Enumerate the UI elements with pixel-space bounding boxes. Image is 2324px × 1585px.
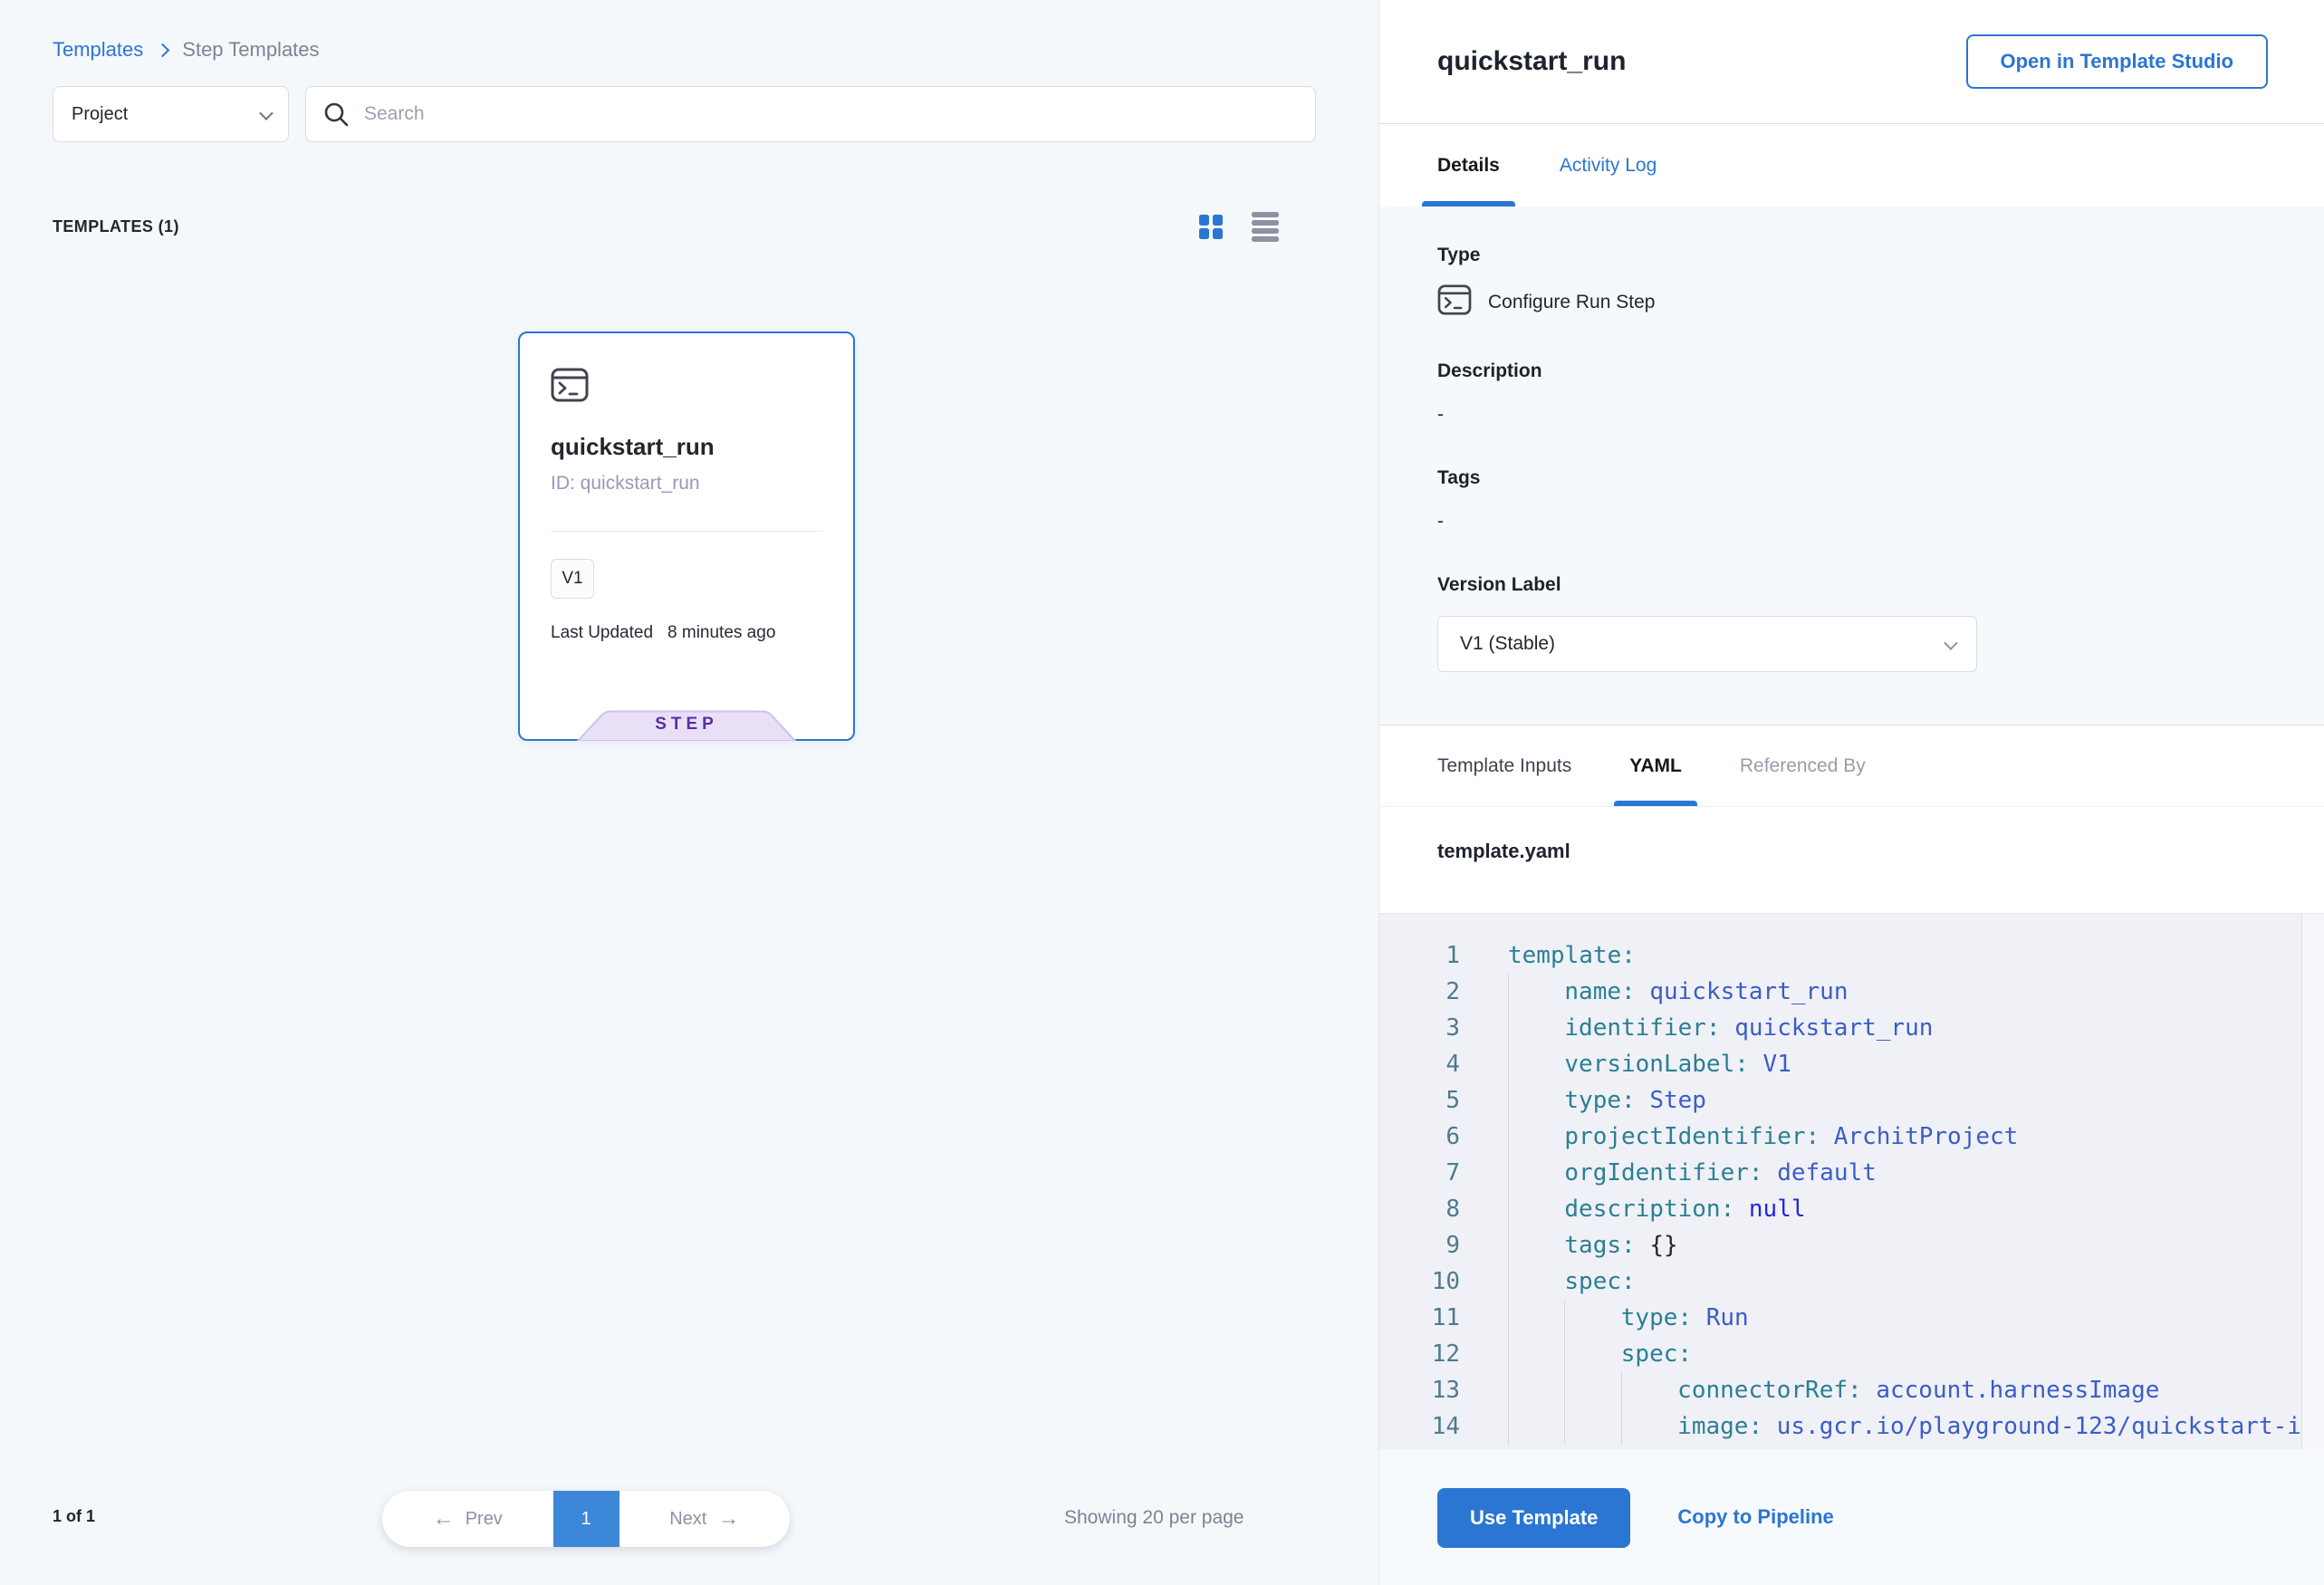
yaml-line: 9tags: {} bbox=[1379, 1227, 2324, 1263]
templates-page: Templates Step Templates Project TEMPLAT… bbox=[0, 0, 2324, 1585]
prev-page-button[interactable]: ← Prev bbox=[382, 1491, 553, 1547]
last-updated-row: Last Updated 8 minutes ago bbox=[551, 623, 775, 643]
yaml-line: 8description: null bbox=[1379, 1191, 2324, 1227]
search-input[interactable] bbox=[364, 103, 1299, 125]
version-select-value: V1 (Stable) bbox=[1460, 633, 1555, 655]
arrow-right-icon: → bbox=[717, 1508, 739, 1530]
breadcrumb-current: Step Templates bbox=[182, 38, 319, 62]
yaml-code-lines: 1template:2name: quickstart_run3identifi… bbox=[1379, 937, 2324, 1445]
page-count: 1 of 1 bbox=[53, 1507, 95, 1526]
panel-footer: Use Template Copy to Pipeline bbox=[1379, 1449, 2324, 1585]
tags-value: - bbox=[1437, 511, 2266, 533]
run-step-icon bbox=[551, 368, 589, 407]
card-divider bbox=[551, 531, 822, 532]
next-page-button[interactable]: Next → bbox=[619, 1491, 791, 1547]
prev-label: Prev bbox=[466, 1509, 503, 1530]
tags-label: Tags bbox=[1437, 467, 2266, 489]
grid-view-icon[interactable] bbox=[1199, 215, 1224, 239]
chevron-right-icon bbox=[156, 43, 170, 57]
template-details-panel: quickstart_run Open in Template Studio D… bbox=[1378, 0, 2324, 1585]
yaml-file-name: template.yaml bbox=[1379, 806, 2324, 913]
step-type-badge: STEP bbox=[574, 708, 799, 741]
yaml-line: 2name: quickstart_run bbox=[1379, 974, 2324, 1010]
panel-header: quickstart_run Open in Template Studio bbox=[1379, 0, 2324, 124]
templates-count-header: TEMPLATES (1) bbox=[53, 217, 179, 236]
last-updated-label: Last Updated bbox=[551, 623, 653, 643]
tab-yaml[interactable]: YAML bbox=[1629, 725, 1682, 806]
description-label: Description bbox=[1437, 360, 2266, 382]
list-view-icon[interactable] bbox=[1252, 212, 1279, 242]
yaml-line: 7orgIdentifier: default bbox=[1379, 1155, 2324, 1191]
tab-details[interactable]: Details bbox=[1437, 124, 1500, 207]
template-list-panel: Templates Step Templates Project TEMPLAT… bbox=[0, 0, 1378, 1585]
search-box bbox=[305, 86, 1316, 142]
open-template-studio-button[interactable]: Open in Template Studio bbox=[1966, 34, 2269, 89]
scope-select[interactable]: Project bbox=[53, 86, 289, 142]
yaml-line: 12spec: bbox=[1379, 1336, 2324, 1372]
card-title: quickstart_run bbox=[551, 433, 715, 461]
scope-select-value: Project bbox=[72, 104, 128, 125]
tab-template-inputs[interactable]: Template Inputs bbox=[1437, 725, 1571, 806]
type-row: Configure Run Step bbox=[1437, 284, 2266, 321]
pagination: ← Prev 1 Next → bbox=[382, 1491, 790, 1547]
yaml-line: 6projectIdentifier: ArchitProject bbox=[1379, 1119, 2324, 1155]
use-template-button[interactable]: Use Template bbox=[1437, 1488, 1630, 1548]
last-updated-value: 8 minutes ago bbox=[667, 623, 775, 643]
yaml-line: 3identifier: quickstart_run bbox=[1379, 1010, 2324, 1046]
tab-activity-log[interactable]: Activity Log bbox=[1560, 124, 1657, 207]
next-label: Next bbox=[669, 1509, 706, 1530]
breadcrumb-templates-link[interactable]: Templates bbox=[53, 38, 143, 62]
yaml-line: 13connectorRef: account.harnessImage bbox=[1379, 1372, 2324, 1408]
yaml-line: 1template: bbox=[1379, 937, 2324, 974]
description-value: - bbox=[1437, 404, 2266, 426]
type-label: Type bbox=[1437, 245, 2266, 266]
details-section: Type Configure Run Step Description - Ta… bbox=[1379, 207, 2324, 725]
yaml-line: 10spec: bbox=[1379, 1263, 2324, 1300]
search-icon bbox=[322, 101, 350, 128]
version-badge: V1 bbox=[551, 559, 594, 599]
template-card[interactable]: quickstart_run ID: quickstart_run V1 Las… bbox=[518, 331, 855, 741]
view-toggles bbox=[1199, 212, 1280, 242]
arrow-left-icon: ← bbox=[433, 1508, 455, 1530]
yaml-line: 11type: Run bbox=[1379, 1300, 2324, 1336]
tab-referenced-by[interactable]: Referenced By bbox=[1740, 725, 1866, 806]
details-tabbar: Details Activity Log bbox=[1379, 124, 2324, 207]
page-1-button[interactable]: 1 bbox=[553, 1491, 619, 1547]
step-badge-label: STEP bbox=[574, 715, 799, 735]
yaml-editor: 1template:2name: quickstart_run3identifi… bbox=[1379, 913, 2324, 1449]
run-step-icon bbox=[1437, 284, 1472, 321]
breadcrumb: Templates Step Templates bbox=[53, 38, 320, 62]
chevron-down-icon bbox=[1944, 636, 1958, 650]
version-select[interactable]: V1 (Stable) bbox=[1437, 616, 1977, 672]
per-page-text: Showing 20 per page bbox=[1064, 1507, 1244, 1529]
yaml-line: 5type: Step bbox=[1379, 1082, 2324, 1119]
yaml-line: 14image: us.gcr.io/playground-123/quicks… bbox=[1379, 1408, 2324, 1445]
yaml-line: 4versionLabel: V1 bbox=[1379, 1046, 2324, 1082]
version-label: Version Label bbox=[1437, 574, 2266, 596]
yaml-subtabbar: Template Inputs YAML Referenced By bbox=[1379, 725, 2324, 806]
editor-scrollbar[interactable] bbox=[2301, 914, 2324, 1449]
chevron-down-icon bbox=[259, 106, 274, 120]
type-value: Configure Run Step bbox=[1488, 292, 1655, 313]
panel-title: quickstart_run bbox=[1437, 46, 1626, 77]
card-id: ID: quickstart_run bbox=[551, 473, 700, 495]
copy-to-pipeline-link[interactable]: Copy to Pipeline bbox=[1677, 1505, 1833, 1529]
